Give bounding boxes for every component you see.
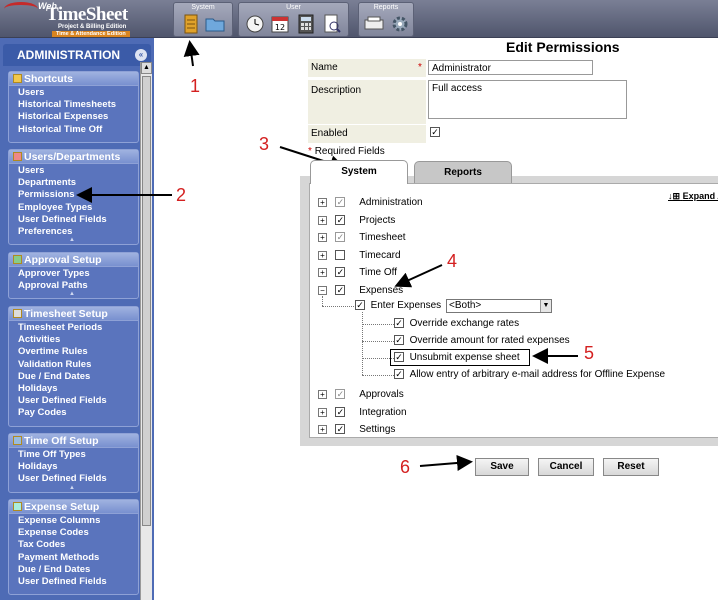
arrow-6 [419,455,473,471]
arrow-4 [394,264,443,288]
annotation-arrows [76,40,578,471]
arrow-1 [183,40,200,67]
tab-system[interactable]: System [310,160,408,184]
